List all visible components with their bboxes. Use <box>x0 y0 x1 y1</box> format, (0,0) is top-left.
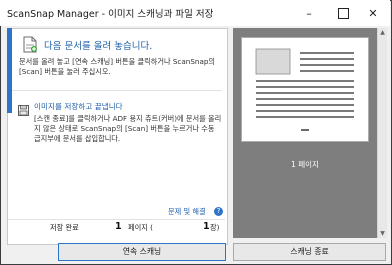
minimize-button[interactable]: – <box>292 0 326 26</box>
current-step-indicator <box>7 28 12 113</box>
save-icon <box>18 101 29 120</box>
continue-scan-button[interactable]: 연속 스캐닝 <box>58 243 226 261</box>
finish-scan-button[interactable]: 스캐닝 종료 <box>233 243 386 261</box>
scroll-up-icon[interactable]: ▲ <box>379 28 386 37</box>
step2-description: [스캔 종료]를 클릭하거나 ADF 용지 츄트(커버)에 문서를 올리지 않은… <box>34 114 222 143</box>
title-bar: ScanSnap Manager - 이미지 스캐닝과 파일 저장 – ✕ <box>0 0 390 26</box>
page-thumbnail[interactable] <box>241 37 369 142</box>
maximize-icon <box>337 7 349 19</box>
preview-scrollbar[interactable]: ▲ ▼ <box>377 28 387 238</box>
close-button[interactable]: ✕ <box>356 0 390 26</box>
saved-page-count: 1 <box>115 221 122 232</box>
divider <box>12 90 222 91</box>
scroll-down-icon[interactable]: ▼ <box>379 229 386 238</box>
step1-heading: 다음 문서를 올려 놓습니다. <box>44 41 153 52</box>
page-thumbnail-graphic <box>255 48 354 131</box>
window-title: ScanSnap Manager - 이미지 스캐닝과 파일 저장 <box>7 9 214 20</box>
step1-description: 문서를 올려 놓고 [연속 스캐닝] 버튼을 클릭하거나 ScanSnap의 [… <box>19 57 216 76</box>
saved-sheet-unit: 장) <box>210 223 220 232</box>
document-add-icon <box>23 36 37 57</box>
saved-sheet-count: 1 <box>203 221 210 232</box>
saved-page-unit: 페이지 ( <box>128 223 153 232</box>
maximize-button[interactable] <box>326 0 360 26</box>
preview-page-label: 1 페이지 <box>291 160 319 169</box>
step2-heading: 이미지를 저장하고 끝냅니다 <box>34 102 123 111</box>
troubleshooting-link[interactable]: 문제 및 해결 <box>168 207 206 217</box>
help-icon[interactable]: ? <box>214 207 223 216</box>
saved-status-label: 저장 완료 <box>50 223 79 232</box>
status-divider <box>8 219 225 220</box>
